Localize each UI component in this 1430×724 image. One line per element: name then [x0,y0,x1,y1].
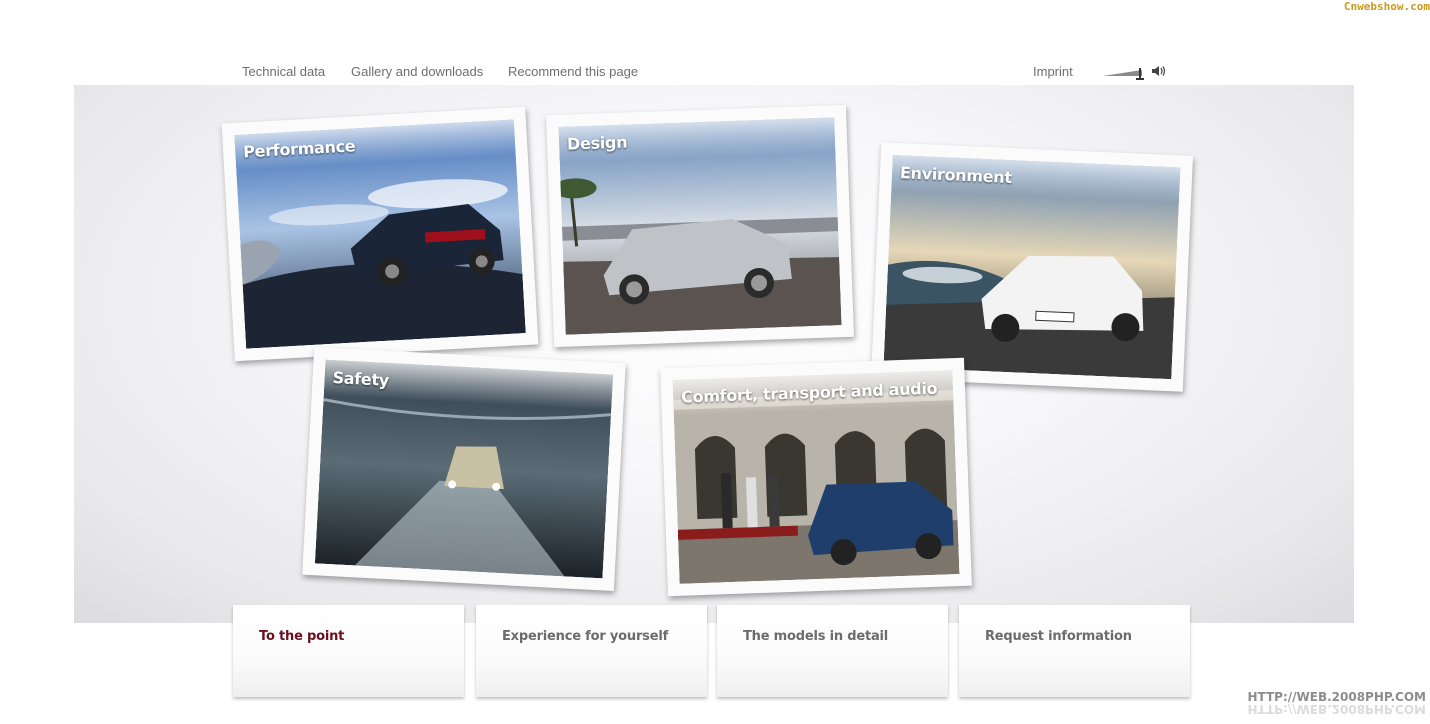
card-environment-label: Environment [899,163,1013,188]
safety-photo: Safety [314,359,614,579]
card-performance-label: Performance [242,136,356,162]
tab-models-label: The models in detail [743,629,889,644]
feature-stage: Performance Design Environment Safety Co… [74,85,1354,623]
environment-photo: Environment [883,154,1181,380]
nav-recommend-page[interactable]: Recommend this page [508,64,638,79]
speaker-icon[interactable] [1150,64,1166,78]
section-tabs: To the point Experience for yourself The… [233,605,1193,697]
tab-experience-for-yourself[interactable]: Experience for yourself [476,605,707,697]
tab-models-in-detail[interactable]: The models in detail [717,605,948,697]
nav-technical-data[interactable]: Technical data [242,64,325,79]
volume-control[interactable] [1100,64,1168,82]
design-photo: Design [558,117,842,335]
card-comfort[interactable]: Comfort, transport and audio [660,357,972,597]
tab-to-the-point-label: To the point [259,629,345,644]
nav-imprint[interactable]: Imprint [1033,64,1073,79]
card-comfort-label: Comfort, transport and audio [680,378,938,407]
tab-to-the-point[interactable]: To the point [233,605,464,697]
nav-gallery-downloads[interactable]: Gallery and downloads [351,64,483,79]
tab-request-label: Request information [985,629,1132,644]
card-safety-label: Safety [332,368,390,390]
watermark-top: Cnwebshow.com [1343,0,1430,13]
tab-experience-label: Experience for yourself [502,629,669,644]
watermark-bottom: HTTP://WEB.2008PHP.COM HTTP://WEB.2008PH… [1240,690,1426,720]
card-design-label: Design [566,132,628,154]
tab-request-information[interactable]: Request information [959,605,1190,697]
watermark-bottom-reflection: HTTP://WEB.2008PHP.COM [1247,702,1426,716]
card-performance[interactable]: Performance [221,106,539,362]
card-safety[interactable]: Safety [302,346,626,592]
card-environment[interactable]: Environment [871,142,1193,392]
comfort-photo: Comfort, transport and audio [672,370,960,584]
performance-photo: Performance [234,119,526,349]
card-design[interactable]: Design [546,104,854,348]
